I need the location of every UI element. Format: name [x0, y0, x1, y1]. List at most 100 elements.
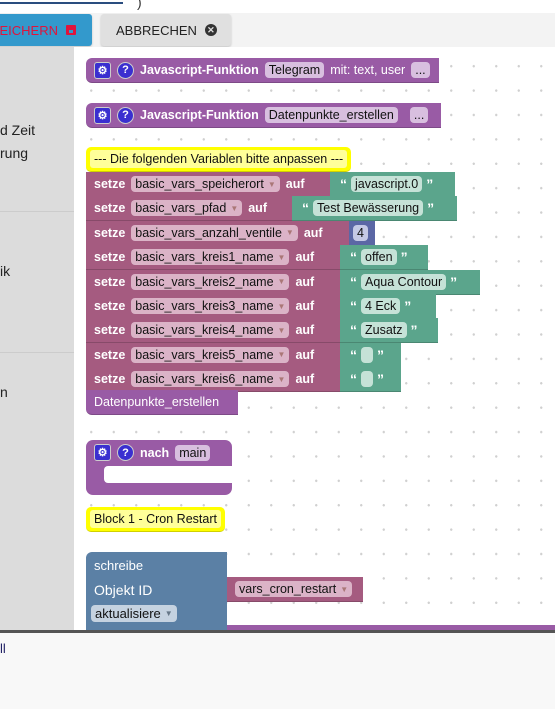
text-block[interactable]: “Aqua Contour”: [340, 269, 480, 295]
cancel-button[interactable]: ABBRECHEN ✕: [101, 14, 231, 46]
set-variable-block[interactable]: setze basic_vars_kreis2_name ▼ auf: [86, 269, 340, 295]
sidebar-item[interactable]: ik: [0, 263, 10, 279]
write-block[interactable]: schreibe Objekt ID aktualisiere ▼: [86, 552, 227, 630]
text-block[interactable]: “Zusatz”: [340, 318, 438, 344]
after-label: nach: [140, 445, 170, 460]
set-label: setze: [94, 250, 126, 265]
open-quote-icon: “: [350, 249, 357, 266]
variable-dropdown[interactable]: basic_vars_kreis4_name ▼: [131, 322, 290, 339]
text-block[interactable]: “offen”: [340, 245, 428, 271]
title-fragment: ): [137, 0, 142, 10]
number-field[interactable]: 4: [353, 224, 368, 241]
to-label: auf: [295, 299, 315, 313]
function-params: mit: text, user: [330, 63, 406, 77]
help-icon[interactable]: ?: [117, 444, 134, 461]
gear-icon[interactable]: ⚙: [94, 61, 111, 79]
text-field[interactable]: [361, 371, 373, 388]
sidebar-divider: [0, 352, 74, 353]
gear-icon[interactable]: ⚙: [94, 106, 111, 124]
sidebar: d Zeit rung ik n: [0, 47, 74, 630]
comment-block[interactable]: Block 1 - Cron Restart: [86, 507, 225, 532]
function-name-field[interactable]: main: [175, 444, 211, 461]
open-quote-icon: “: [350, 322, 357, 339]
text-field[interactable]: offen: [361, 249, 397, 266]
variable-name: vars_cron_restart: [239, 582, 337, 596]
mode-dropdown[interactable]: aktualisiere ▼: [91, 605, 177, 622]
function-name-field[interactable]: Datenpunkte_erstellen: [264, 107, 398, 123]
to-label: auf: [303, 225, 323, 240]
active-tab-indicator: [0, 2, 123, 4]
function-label: Javascript-Funktion: [140, 108, 259, 122]
chevron-down-icon: ▼: [277, 301, 286, 311]
comment-block[interactable]: --- Die folgenden Variablen bitte anpass…: [86, 147, 352, 172]
save-button[interactable]: EICHERN: [0, 14, 92, 46]
variable-name: basic_vars_kreis1_name: [135, 250, 274, 265]
text-field[interactable]: 4 Eck: [361, 298, 401, 314]
variable-dropdown[interactable]: basic_vars_kreis3_name ▼: [131, 298, 290, 314]
variable-name: basic_vars_kreis6_name: [135, 372, 274, 387]
comment-text[interactable]: --- Die folgenden Variablen bitte anpass…: [90, 150, 348, 168]
close-quote-icon: ”: [427, 200, 435, 217]
close-quote-icon: ”: [377, 346, 384, 363]
set-label: setze: [94, 201, 126, 216]
chevron-down-icon: ▼: [230, 203, 239, 213]
gear-icon[interactable]: ⚙: [94, 444, 111, 461]
variable-dropdown[interactable]: basic_vars_pfad ▼: [131, 200, 243, 217]
set-variable-block[interactable]: setze basic_vars_kreis4_name ▼ auf: [86, 318, 340, 344]
sidebar-item[interactable]: rung: [0, 145, 28, 161]
text-block[interactable]: “4 Eck”: [340, 294, 436, 319]
more-button[interactable]: ...: [411, 62, 430, 78]
set-variable-block[interactable]: setze basic_vars_speicherort ▼ auf: [86, 172, 330, 197]
variable-name: basic_vars_speicherort: [135, 177, 264, 191]
more-button[interactable]: ...: [409, 107, 429, 123]
comment-text[interactable]: Block 1 - Cron Restart: [90, 510, 221, 528]
number-block[interactable]: 4: [349, 220, 375, 246]
set-variable-block[interactable]: setze basic_vars_kreis1_name ▼ auf: [86, 245, 340, 271]
set-label: setze: [94, 225, 126, 240]
text-block[interactable]: “”: [340, 367, 401, 393]
text-block[interactable]: “Test Bewässerung”: [292, 196, 457, 222]
blockly-workspace[interactable]: ⚙? Javascript-Funktion Telegram mit: tex…: [74, 47, 555, 630]
variable-name: basic_vars_pfad: [135, 201, 227, 216]
set-variable-block[interactable]: setze basic_vars_kreis3_name ▼ auf: [86, 294, 340, 319]
variable-block[interactable]: vars_cron_restart ▼: [227, 577, 363, 602]
function-block-telegram[interactable]: ⚙? Javascript-Funktion Telegram mit: tex…: [86, 58, 439, 83]
variable-dropdown[interactable]: basic_vars_kreis5_name ▼: [131, 346, 290, 363]
variable-name: basic_vars_kreis5_name: [135, 347, 274, 362]
variable-dropdown[interactable]: basic_vars_speicherort ▼: [131, 176, 280, 192]
text-block[interactable]: “”: [340, 342, 401, 368]
set-variable-block[interactable]: setze basic_vars_kreis6_name ▼ auf: [86, 367, 340, 393]
floppy-icon: [66, 25, 76, 35]
function-block-datenpunkte[interactable]: ⚙? Javascript-Funktion Datenpunkte_erste…: [86, 103, 441, 128]
close-quote-icon: ”: [450, 273, 458, 290]
set-variable-block[interactable]: setze basic_vars_anzahl_ventile ▼ auf: [86, 220, 349, 246]
variable-dropdown[interactable]: basic_vars_kreis6_name ▼: [131, 371, 290, 388]
to-label: auf: [285, 177, 305, 191]
variable-dropdown[interactable]: basic_vars_anzahl_ventile ▼: [131, 224, 298, 241]
function-name-field[interactable]: Telegram: [264, 62, 325, 78]
set-variable-block[interactable]: setze basic_vars_pfad ▼ auf: [86, 196, 292, 222]
text-field[interactable]: Aqua Contour: [361, 273, 447, 290]
set-label: setze: [94, 274, 126, 289]
sidebar-item[interactable]: d Zeit: [0, 122, 35, 138]
close-quote-icon: ”: [410, 322, 418, 339]
text-field[interactable]: Zusatz: [361, 322, 407, 339]
variable-dropdown[interactable]: basic_vars_kreis2_name ▼: [131, 273, 290, 290]
log-text: ll: [0, 641, 6, 656]
text-field[interactable]: [361, 346, 373, 363]
text-block[interactable]: “javascript.0”: [330, 172, 455, 197]
to-label: auf: [295, 347, 315, 362]
variable-dropdown[interactable]: basic_vars_kreis1_name ▼: [131, 249, 290, 266]
call-label: Datenpunkte_erstellen: [94, 395, 220, 409]
function-block-main[interactable]: ⚙? nach main: [86, 440, 232, 495]
text-field[interactable]: Test Bewässerung: [313, 200, 424, 217]
text-field[interactable]: javascript.0: [351, 176, 423, 192]
help-icon[interactable]: ?: [117, 61, 134, 79]
set-variable-block[interactable]: setze basic_vars_kreis5_name ▼ auf: [86, 342, 340, 368]
close-quote-icon: ”: [377, 371, 384, 388]
chevron-down-icon: ▼: [277, 252, 286, 262]
variable-dropdown[interactable]: vars_cron_restart ▼: [235, 581, 353, 597]
help-icon[interactable]: ?: [117, 106, 134, 124]
sidebar-item[interactable]: n: [0, 384, 8, 400]
call-block[interactable]: Datenpunkte_erstellen: [86, 390, 238, 415]
